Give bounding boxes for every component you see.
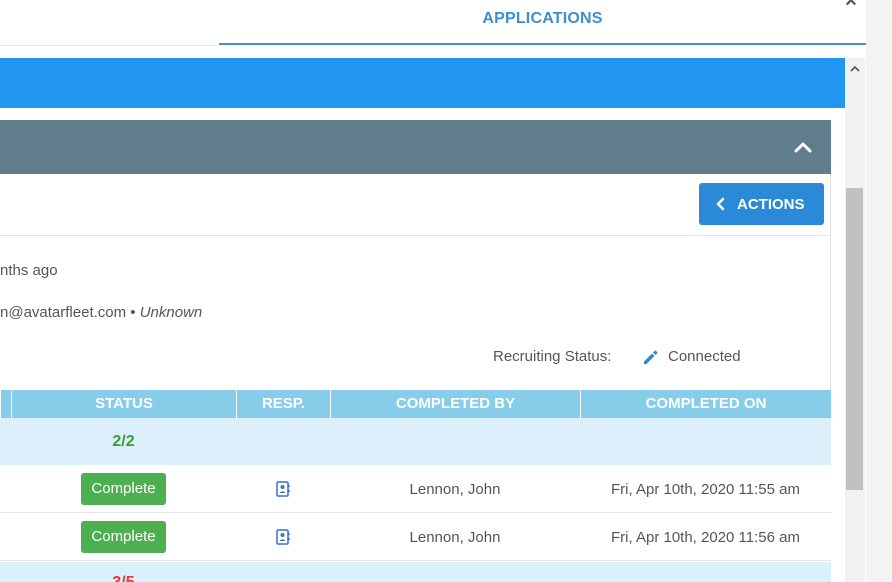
tab-applications[interactable]: APPLICATIONS (219, 0, 866, 45)
table-header: STATUS RESP. COMPLETED BY COMPLETED ON (0, 390, 831, 418)
status-badge: Complete (81, 473, 166, 505)
table-row[interactable]: Complete Lennon, John Fri, Apr 10th, 202… (0, 465, 831, 513)
status-badge: Complete (81, 521, 166, 553)
column-header-resp[interactable]: RESP. (236, 390, 330, 418)
actions-button-label: ACTIONS (737, 195, 805, 213)
tab-inactive-area[interactable] (0, 0, 219, 46)
response-document-icon[interactable] (275, 529, 291, 545)
actions-button[interactable]: ACTIONS (699, 183, 824, 225)
column-header-hidden (0, 390, 11, 418)
table-row[interactable]: Complete Lennon, John Fri, Apr 10th, 202… (0, 513, 831, 561)
recruiting-status-value: Connected (668, 348, 741, 365)
completed-on-cell: Fri, Apr 10th, 2020 11:56 am (610, 528, 800, 546)
chevron-up-icon[interactable] (793, 137, 813, 157)
response-document-icon[interactable] (275, 481, 291, 497)
group-count: 3/5 (112, 574, 134, 582)
completed-on-cell: Fri, Apr 10th, 2020 11:55 am (610, 480, 800, 498)
pencil-icon[interactable] (641, 348, 659, 366)
scroll-up-icon[interactable] (845, 60, 865, 78)
right-gutter (866, 0, 892, 582)
column-header-completed-on[interactable]: COMPLETED ON (580, 390, 831, 418)
column-header-status[interactable]: STATUS (11, 390, 236, 418)
group-count: 2/2 (112, 432, 135, 450)
group-row[interactable]: 2/2 (0, 418, 831, 465)
banner-bar (0, 58, 845, 108)
close-icon[interactable]: × (842, 0, 860, 11)
panel-body: ACTIONS nths ago n@avatarfleet.com • Unk… (0, 174, 831, 582)
email-status: Unknown (139, 304, 203, 321)
tab-bar: APPLICATIONS (0, 0, 866, 46)
chevron-left-icon (716, 197, 725, 211)
column-header-completed-by[interactable]: COMPLETED BY (330, 390, 580, 418)
email-line: n@avatarfleet.com • Unknown (0, 304, 202, 321)
group-row[interactable]: 3/5 (0, 562, 831, 582)
email-text[interactable]: n@avatarfleet.com • (0, 304, 136, 321)
scrollbar-thumb[interactable] (846, 188, 863, 490)
completed-by-cell: Lennon, John (409, 528, 501, 546)
panel-header (0, 120, 831, 174)
app-window: APPLICATIONS × ACTIONS nths ago n@avatar… (0, 0, 892, 582)
completed-by-cell: Lennon, John (409, 480, 501, 498)
recruiting-status-label: Recruiting Status: (493, 348, 612, 365)
panel-toolbar: ACTIONS (0, 174, 831, 236)
last-activity-text: nths ago (0, 262, 58, 279)
